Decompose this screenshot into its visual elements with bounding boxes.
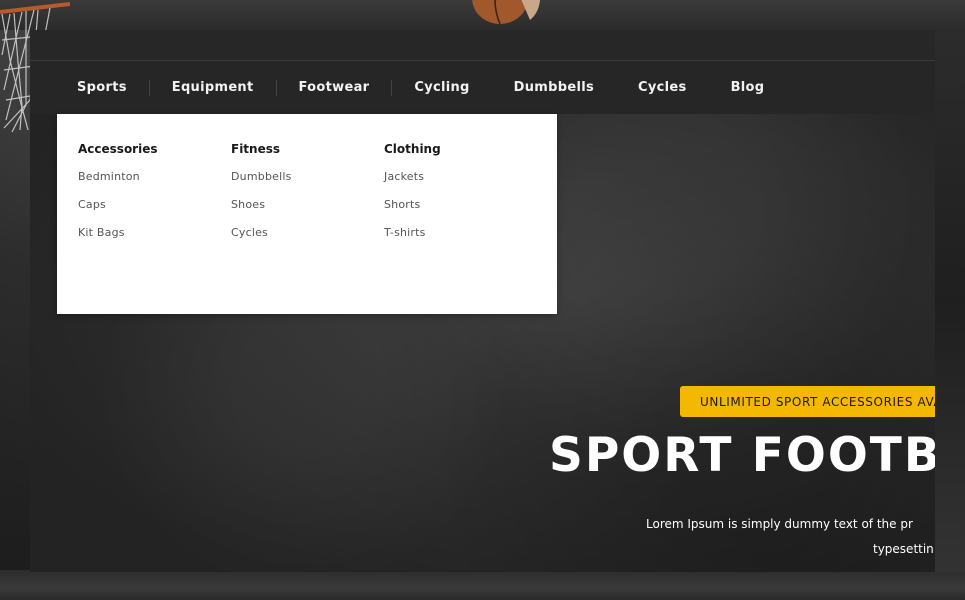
hero-description-line: Lorem Ipsum is simply dummy text of the … xyxy=(646,517,913,531)
main-navigation: Sports Equipment Footwear Cycling Dumbbe… xyxy=(30,61,935,114)
nav-item-cycles[interactable]: Cycles xyxy=(638,80,687,95)
nav-item-cycling[interactable]: Cycling xyxy=(414,80,469,95)
menu-link-shorts[interactable]: Shorts xyxy=(384,197,537,225)
menu-link-caps[interactable]: Caps xyxy=(78,197,231,225)
nav-item-equipment[interactable]: Equipment xyxy=(172,80,254,95)
mega-menu-heading: Clothing xyxy=(384,142,441,156)
nav-divider xyxy=(275,79,277,96)
promo-badge: UNLIMITED SPORT ACCESSORIES AVA xyxy=(680,386,935,417)
site-frame: Sports Equipment Footwear Cycling Dumbbe… xyxy=(30,30,935,572)
menu-link-t-shirts[interactable]: T-shirts xyxy=(384,225,537,253)
nav-item-sports[interactable]: Sports xyxy=(77,80,127,95)
mega-menu-dropdown: Accessories Bedminton Caps Kit Bags Fitn… xyxy=(57,114,557,314)
mega-menu-heading: Accessories xyxy=(78,142,158,156)
top-bar xyxy=(30,30,935,61)
basketball-image xyxy=(472,0,541,25)
menu-link-shoes[interactable]: Shoes xyxy=(231,197,384,225)
mega-menu-column-clothing: Clothing Jackets Shorts T-shirts xyxy=(384,142,537,314)
menu-link-jackets[interactable]: Jackets xyxy=(384,169,537,197)
backdrop-right-edge xyxy=(935,30,965,572)
hero-title: SPORT FOOTBA xyxy=(549,428,935,483)
nav-item-footwear[interactable]: Footwear xyxy=(299,80,370,95)
hero-description: Lorem Ipsum is simply dummy text of the … xyxy=(550,512,935,562)
menu-link-dumbbells[interactable]: Dumbbells xyxy=(231,169,384,197)
menu-link-kit-bags[interactable]: Kit Bags xyxy=(78,225,231,253)
mega-menu-column-fitness: Fitness Dumbbells Shoes Cycles xyxy=(231,142,384,314)
hero-description-line: typesettin xyxy=(873,542,934,556)
menu-link-cycles[interactable]: Cycles xyxy=(231,225,384,253)
nav-item-blog[interactable]: Blog xyxy=(731,80,765,95)
mega-menu-heading: Fitness xyxy=(231,142,281,156)
nav-divider xyxy=(391,79,393,96)
nav-divider xyxy=(148,79,150,96)
nav-item-dumbbells[interactable]: Dumbbells xyxy=(514,80,594,95)
menu-link-bedminton[interactable]: Bedminton xyxy=(78,169,231,197)
mega-menu-column-accessories: Accessories Bedminton Caps Kit Bags xyxy=(78,142,231,314)
